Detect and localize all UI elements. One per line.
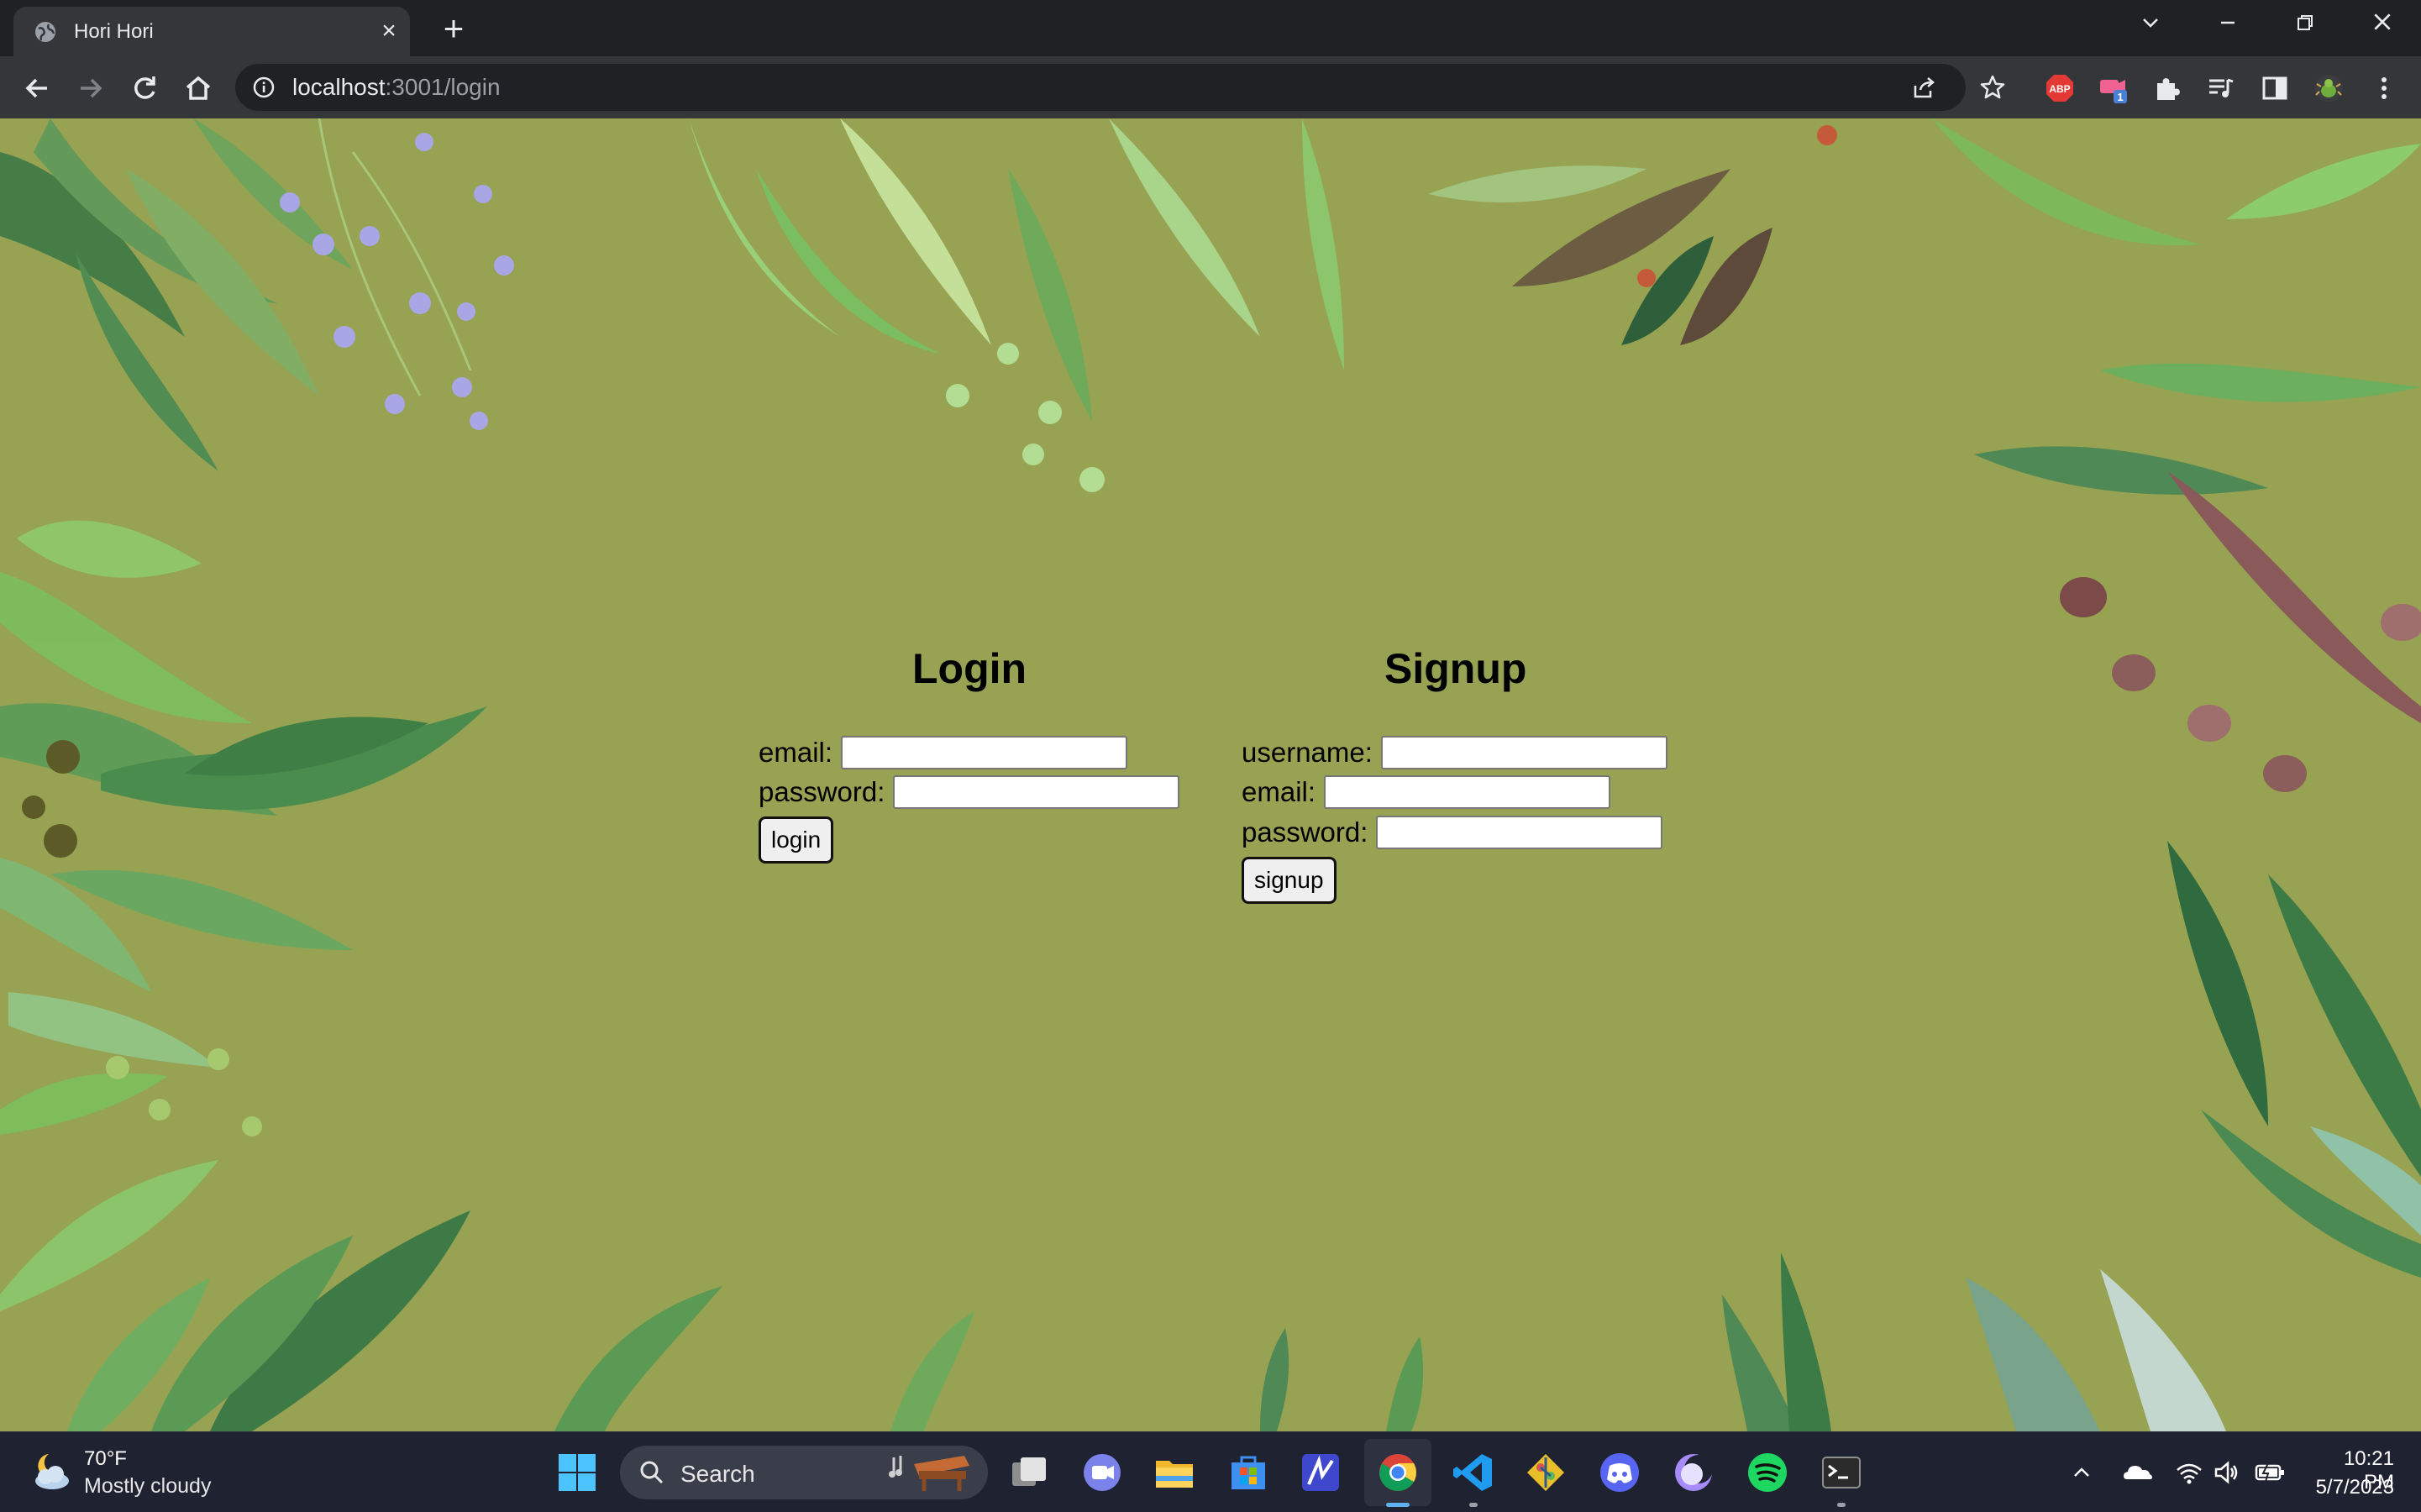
close-window-icon[interactable] xyxy=(2361,8,2403,42)
partly-cloudy-night-icon xyxy=(35,1454,69,1489)
back-arrow-icon[interactable] xyxy=(20,71,54,105)
file-explorer-icon[interactable] xyxy=(1153,1451,1196,1494)
discord-icon[interactable] xyxy=(1598,1451,1641,1494)
login-password-label: password: xyxy=(759,776,885,807)
reload-icon[interactable] xyxy=(128,71,161,105)
browser-toolbar: localhost:3001/login ABP 1 xyxy=(0,56,2421,118)
address-bar[interactable]: localhost:3001/login xyxy=(235,64,1966,111)
chevron-up-icon[interactable] xyxy=(2065,1456,2098,1489)
vscode-icon[interactable] xyxy=(1452,1451,1495,1494)
signup-email-label: email: xyxy=(1242,776,1316,807)
close-tab-icon[interactable]: × xyxy=(376,18,402,44)
terminal-running-indicator xyxy=(1837,1503,1846,1507)
battery-charging-icon[interactable] xyxy=(2253,1456,2287,1489)
share-icon[interactable] xyxy=(1910,74,1937,101)
clock-date[interactable]: 5/7/2023 xyxy=(2310,1476,2394,1499)
tab-title: Hori Hori xyxy=(74,20,154,43)
login-password-input[interactable] xyxy=(893,775,1180,809)
screen-recorder-extension-icon[interactable]: 1 xyxy=(2098,73,2129,103)
login-email-label: email: xyxy=(759,737,833,768)
more-menu-icon[interactable] xyxy=(2369,73,2399,103)
browser-tab[interactable]: Hori Hori × xyxy=(13,7,410,56)
weather-description: Mostly cloudy xyxy=(84,1474,212,1498)
task-view-icon[interactable] xyxy=(1007,1451,1051,1494)
vscode-running-indicator xyxy=(1469,1503,1478,1507)
info-icon[interactable] xyxy=(252,76,276,99)
search-icon xyxy=(640,1461,664,1484)
login-email-input[interactable] xyxy=(841,736,1128,769)
signup-password-input[interactable] xyxy=(1376,816,1663,849)
svg-text:1: 1 xyxy=(2117,91,2123,103)
profile-avatar-icon[interactable] xyxy=(2313,73,2344,103)
signup-username-label: username: xyxy=(1242,737,1373,768)
speaker-icon[interactable] xyxy=(2209,1456,2243,1489)
maple-app-icon[interactable] xyxy=(1299,1451,1342,1494)
search-label: Search xyxy=(680,1461,755,1487)
extensions-puzzle-icon[interactable] xyxy=(2152,73,2182,103)
watercolor-foliage-background xyxy=(0,118,2421,1431)
signup-username-row: username: xyxy=(1242,736,1667,769)
signup-email-input[interactable] xyxy=(1324,775,1611,809)
git-kraken-icon[interactable] xyxy=(1524,1451,1568,1494)
minimize-icon[interactable] xyxy=(2207,8,2249,42)
chrome-active-indicator xyxy=(1386,1503,1410,1507)
restore-icon[interactable] xyxy=(2284,8,2326,42)
moon-app-icon[interactable] xyxy=(1672,1451,1715,1494)
terminal-icon[interactable] xyxy=(1820,1451,1863,1494)
microsoft-store-icon[interactable] xyxy=(1226,1451,1270,1494)
windows-start-icon[interactable] xyxy=(555,1451,599,1494)
signup-password-label: password: xyxy=(1242,816,1368,848)
taskbar-search[interactable]: Search xyxy=(620,1446,988,1499)
signup-username-input[interactable] xyxy=(1380,736,1667,769)
home-icon[interactable] xyxy=(181,71,215,105)
browser-tab-strip: Hori Hori × + xyxy=(0,0,2421,56)
signup-password-row: password: xyxy=(1242,816,1663,849)
tab-search-chevron-icon[interactable] xyxy=(2130,8,2172,42)
wifi-icon[interactable] xyxy=(2172,1456,2206,1489)
taskbar: 70°F Mostly cloudy Search 10:21 PM 5/7/2… xyxy=(0,1431,2421,1512)
weather-temperature: 70°F xyxy=(84,1447,127,1470)
forward-arrow-icon[interactable] xyxy=(74,71,108,105)
login-heading: Login xyxy=(912,645,1027,692)
signup-heading: Signup xyxy=(1384,645,1527,692)
side-panel-icon[interactable] xyxy=(2260,73,2290,103)
url-text: localhost:3001/login xyxy=(292,74,501,100)
globe-icon xyxy=(35,22,55,42)
svg-text:ABP: ABP xyxy=(2049,83,2070,95)
bookmark-star-icon[interactable] xyxy=(1979,74,2006,101)
search-highlight-piano-icon xyxy=(889,1456,969,1491)
login-email-row: email: xyxy=(759,736,1128,769)
login-password-row: password: xyxy=(759,775,1180,809)
teams-chat-icon[interactable] xyxy=(1080,1451,1124,1494)
spotify-icon[interactable] xyxy=(1746,1451,1789,1494)
onedrive-cloud-icon[interactable] xyxy=(2120,1456,2154,1489)
signup-button[interactable]: signup xyxy=(1242,857,1337,904)
new-tab-button[interactable]: + xyxy=(437,11,470,47)
media-controls-icon[interactable] xyxy=(2206,73,2236,103)
signup-email-row: email: xyxy=(1242,775,1611,809)
chrome-icon[interactable] xyxy=(1376,1451,1420,1494)
login-button[interactable]: login xyxy=(759,816,834,864)
page-viewport: Login email: password: login Signup user… xyxy=(0,118,2421,1431)
adblock-plus-icon[interactable]: ABP xyxy=(2045,73,2075,103)
